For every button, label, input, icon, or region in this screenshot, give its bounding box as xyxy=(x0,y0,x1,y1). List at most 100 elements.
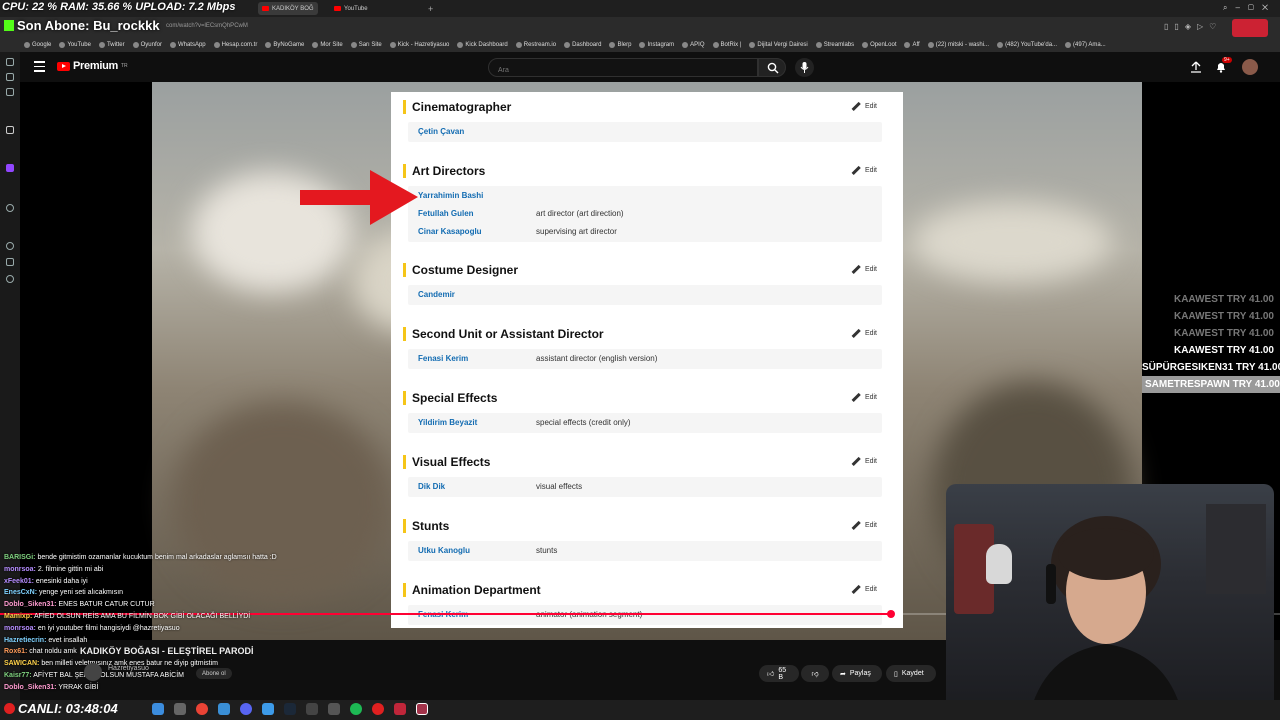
search-input[interactable] xyxy=(489,62,757,79)
address-bar[interactable]: com/watch?v=lECsmQhPCwM ▯ ▯ ◈ ▷ ♡ xyxy=(0,17,1280,37)
bookmark-label: OpenLoot xyxy=(870,41,897,48)
edit-button[interactable]: Edit xyxy=(851,585,877,594)
voice-search-button[interactable] xyxy=(795,58,814,77)
tab-label: YouTube xyxy=(344,5,368,12)
browser-tab-kadikoy[interactable]: KADIKÖY BOĞ xyxy=(258,2,318,15)
profile-avatar[interactable] xyxy=(1232,19,1268,37)
edit-button[interactable]: Edit xyxy=(851,329,877,338)
clock-icon[interactable] xyxy=(6,242,14,250)
like-button[interactable]: 👍︎ 65 B xyxy=(759,665,799,682)
crew-name-link[interactable]: Yarrahimin Bashi xyxy=(418,191,536,200)
bookmark-item[interactable]: WhatsApp xyxy=(169,41,206,48)
edit-button[interactable]: Edit xyxy=(851,393,877,402)
taskbar-app-icon[interactable] xyxy=(394,703,406,715)
search-button[interactable] xyxy=(758,58,786,77)
save-button[interactable]: ▯ Kaydet xyxy=(886,665,936,682)
chat-username: Mamixp: xyxy=(4,612,33,620)
taskbar-app-icon[interactable] xyxy=(416,703,428,715)
bookmark-item[interactable]: Twitter xyxy=(98,41,125,48)
crew-section: Stunts Edit Utku Kanoglu stunts xyxy=(391,519,903,579)
taskbar-app-icon[interactable] xyxy=(328,703,340,715)
bookmark-favicon-icon xyxy=(59,41,66,48)
bookmark-favicon-icon xyxy=(350,41,357,48)
extension-icon[interactable]: ▯ xyxy=(1164,22,1168,31)
bookmark-item[interactable]: Dashboard xyxy=(564,41,601,48)
edit-button[interactable]: Edit xyxy=(851,521,877,530)
shield-icon[interactable]: ◈ xyxy=(1185,22,1191,31)
subscribe-button[interactable]: Abone ol xyxy=(196,668,232,679)
sidepanel-icon[interactable] xyxy=(6,126,14,134)
search-box[interactable] xyxy=(488,58,758,79)
bookmark-item[interactable]: (497) Ama... xyxy=(1065,41,1106,48)
new-tab-button[interactable]: + xyxy=(424,2,437,15)
crew-name-link[interactable]: Candemir xyxy=(418,290,536,299)
chrome-icon[interactable] xyxy=(196,703,208,715)
channel-name[interactable]: Hazretiyasuo xyxy=(108,665,149,672)
steam-icon[interactable] xyxy=(284,703,296,715)
taskbar-app-icon[interactable] xyxy=(306,703,318,715)
bookmark-item[interactable]: OpenLoot xyxy=(862,41,897,48)
crew-name-link[interactable]: Utku Kanoglu xyxy=(418,546,536,555)
bookmark-item[interactable]: (22) mitski - washi... xyxy=(927,41,989,48)
play-icon[interactable]: ▷ xyxy=(1197,22,1203,31)
window-controls[interactable]: ⌕–▢✕ xyxy=(1223,3,1276,13)
sidepanel-icon[interactable] xyxy=(6,73,14,81)
taskbar-app-icon[interactable] xyxy=(262,703,274,715)
start-icon[interactable] xyxy=(152,703,164,715)
bookmark-item[interactable]: Google xyxy=(24,41,51,48)
pencil-icon xyxy=(851,265,860,274)
bookmark-item[interactable]: Sarı Site xyxy=(350,41,382,48)
spotify-icon[interactable] xyxy=(350,703,362,715)
notifications-badge: 9+ xyxy=(1222,57,1232,63)
bookmark-item[interactable]: ByNoGame xyxy=(265,41,304,48)
bookmark-item[interactable]: Instagram xyxy=(639,41,674,48)
extension-icon[interactable]: ▯ xyxy=(1174,22,1178,31)
crew-name-link[interactable]: Dik Dik xyxy=(418,482,536,491)
bookmark-item[interactable]: Dijital Vergi Dairesi xyxy=(749,41,808,48)
browser-extension-icons[interactable]: ▯ ▯ ◈ ▷ ♡ xyxy=(1164,22,1216,31)
crew-name-link[interactable]: Yildirim Beyazit xyxy=(418,418,536,427)
discord-icon[interactable] xyxy=(240,703,252,715)
sidepanel-icon[interactable] xyxy=(6,58,14,66)
settings-icon[interactable] xyxy=(6,275,14,283)
upload-icon[interactable] xyxy=(1190,61,1202,73)
bookmark-item[interactable]: (482) YouTube'da... xyxy=(997,41,1057,48)
crew-name-link[interactable]: Fenasi Kerim xyxy=(418,354,536,363)
youtube-premium-logo[interactable]: Premium TR xyxy=(57,60,128,72)
bookmark-item[interactable]: YouTube xyxy=(59,41,91,48)
bookmark-label: Hesap.com.tr xyxy=(221,41,258,48)
bookmark-item[interactable]: Streamlabs xyxy=(815,41,854,48)
obs-icon[interactable] xyxy=(372,703,384,715)
heart-icon[interactable]: ♡ xyxy=(1209,22,1216,31)
crew-name-link[interactable]: Cinar Kasapoglu xyxy=(418,227,536,236)
edit-button[interactable]: Edit xyxy=(851,457,877,466)
channel-avatar[interactable] xyxy=(84,663,102,681)
share-button[interactable]: ➦ Paylaş xyxy=(832,665,882,682)
sidepanel-icon[interactable] xyxy=(6,204,14,212)
sidepanel-icon[interactable] xyxy=(6,88,14,96)
hamburger-menu-icon[interactable] xyxy=(34,61,45,72)
bookmark-item[interactable]: Kick - Hazretiyasuo xyxy=(389,41,449,48)
bookmark-item[interactable]: Oyunfor xyxy=(132,41,162,48)
twitch-icon[interactable] xyxy=(6,164,14,172)
bookmark-item[interactable]: Restream.io xyxy=(515,41,556,48)
edit-button[interactable]: Edit xyxy=(851,265,877,274)
bookmark-item[interactable]: Hesap.com.tr xyxy=(213,41,258,48)
account-avatar[interactable] xyxy=(1242,59,1258,75)
bookmark-item[interactable]: Aff xyxy=(904,41,920,48)
browser-tab-youtube[interactable]: YouTube xyxy=(330,2,372,15)
search-taskbar-icon[interactable] xyxy=(174,703,186,715)
edit-button[interactable]: Edit xyxy=(851,102,877,111)
bookmark-item[interactable]: Mor Site xyxy=(312,41,343,48)
bookmark-item[interactable]: Kick Dashboard xyxy=(457,41,508,48)
bookmark-item[interactable]: APIQ xyxy=(682,41,705,48)
progress-scrubber-handle[interactable] xyxy=(886,610,895,618)
edit-button[interactable]: Edit xyxy=(851,166,877,175)
bookmark-item[interactable]: BotRix | xyxy=(712,41,741,48)
dislike-button[interactable]: 👎︎ xyxy=(801,665,829,682)
crew-name-link[interactable]: Çetin Çavan xyxy=(418,127,536,136)
taskbar-app-icon[interactable] xyxy=(218,703,230,715)
crew-name-link[interactable]: Fetullah Gulen xyxy=(418,209,536,218)
bookmark-item[interactable]: Blerp xyxy=(609,41,631,48)
sidepanel-icon[interactable] xyxy=(6,258,14,266)
